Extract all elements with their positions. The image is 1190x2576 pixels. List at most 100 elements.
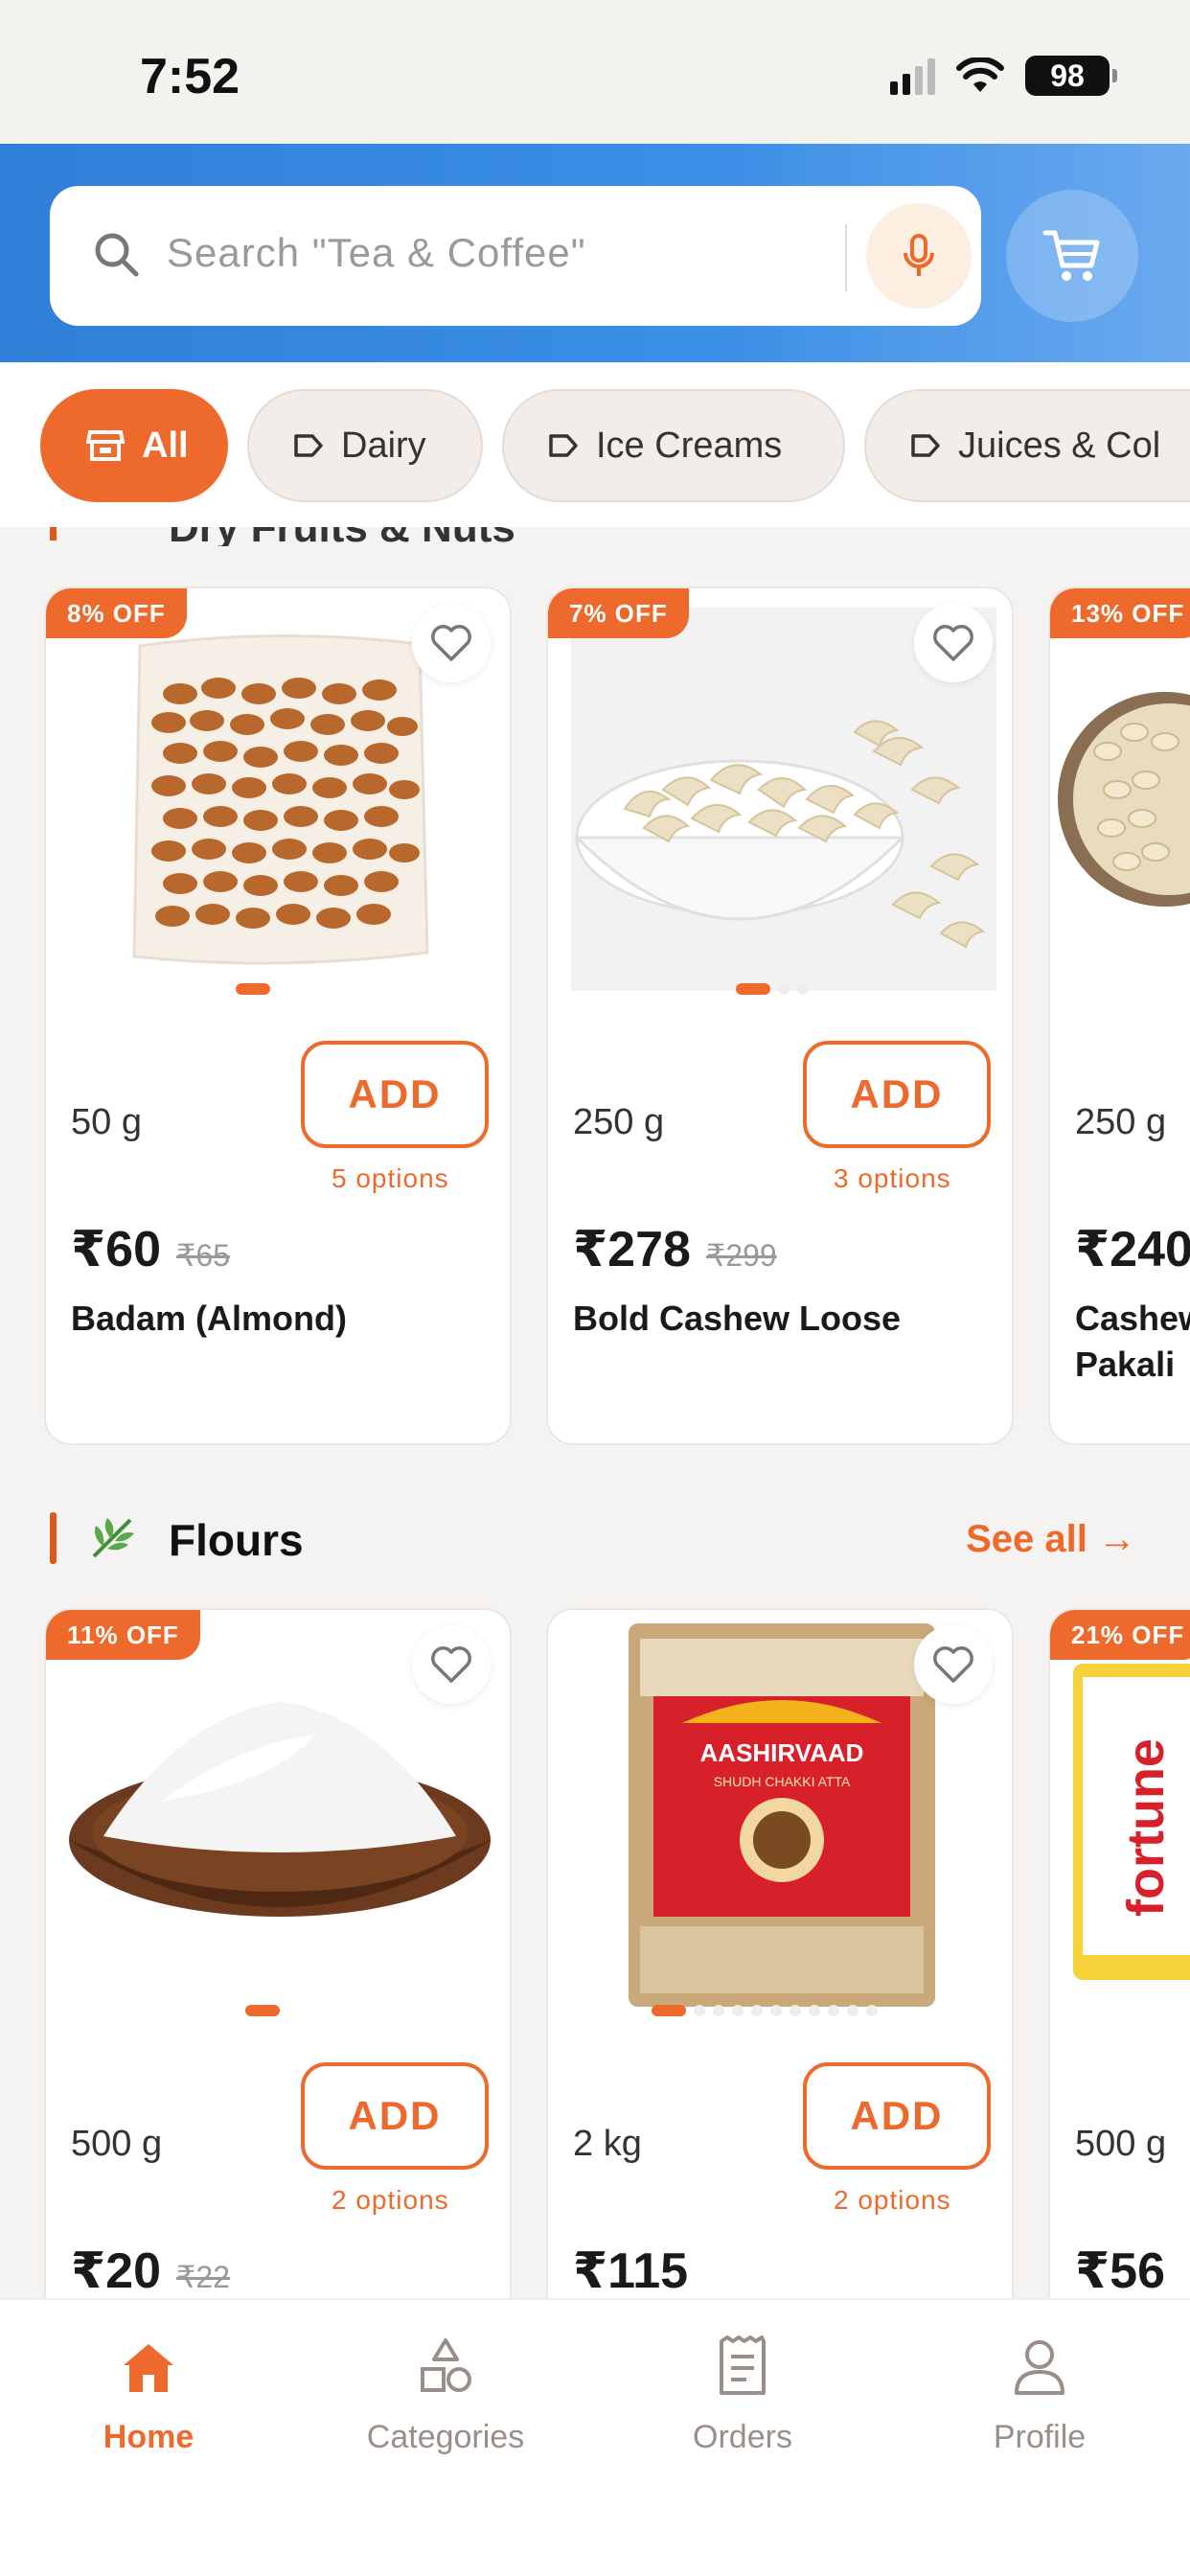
battery-icon: 98	[1025, 56, 1117, 96]
chip-label: All	[142, 425, 189, 466]
heart-icon	[933, 625, 973, 661]
chip-ice-creams[interactable]: Ice Creams	[502, 389, 845, 502]
product-weight: 500 g	[1075, 2124, 1167, 2164]
favorite-button[interactable]	[914, 604, 993, 682]
mic-button[interactable]	[866, 203, 972, 309]
header: Search "Tea & Coffee"	[0, 144, 1190, 362]
section-bar	[50, 527, 57, 540]
nav-orders[interactable]: Orders	[623, 2329, 862, 2456]
price: ₹115	[573, 2243, 689, 2299]
wifi-icon	[956, 58, 1004, 92]
product-name: Bold Cashew Loose	[573, 1299, 902, 1338]
brand-text: AASHIRVAAD	[700, 1738, 864, 1767]
status-icons: 98	[890, 56, 1117, 96]
product-card-flour[interactable]: 11% OFF 500 g ADD 2 options ₹20 ₹22	[44, 1608, 512, 2336]
add-button[interactable]: ADD	[803, 2062, 991, 2170]
chip-all[interactable]: All	[40, 389, 228, 502]
price: ₹20	[71, 2243, 162, 2299]
product-name: Badam (Almond)	[71, 1299, 347, 1338]
section-heading-flours: Flours See all →	[0, 1505, 1190, 1572]
status-time: 7:52	[140, 49, 240, 104]
image-carousel-dots	[652, 2005, 878, 2016]
search-placeholder: Search "Tea & Coffee"	[167, 230, 586, 275]
favorite-button[interactable]	[914, 1625, 993, 1704]
fortune-pack-image: fortune	[1073, 1664, 1190, 1980]
product-card-cashew-pakali[interactable]: 13% OFF 250 g ₹240 Cashew Pakali	[1048, 586, 1190, 1445]
discount-badge: 11% OFF	[46, 1610, 200, 1660]
mrp: ₹299	[705, 1238, 777, 1273]
nav-profile[interactable]: Profile	[920, 2329, 1159, 2456]
chip-label: Juices & Col	[958, 425, 1161, 466]
section-title: Flours	[169, 1515, 304, 1565]
heart-icon	[933, 1646, 973, 1683]
nav-categories[interactable]: Categories	[326, 2329, 565, 2456]
image-carousel-dots	[236, 983, 270, 995]
orders-icon	[720, 2335, 766, 2395]
options-count: 2 options	[834, 2185, 951, 2215]
nav-label: Orders	[693, 2419, 792, 2455]
brand-subtext: SHUDH CHAKKI ATTA	[714, 1774, 851, 1789]
favorite-button[interactable]	[412, 604, 491, 682]
tag-icon	[293, 433, 324, 458]
signal-icon	[890, 57, 935, 95]
heart-icon	[431, 1646, 471, 1683]
profile-icon	[1015, 2340, 1064, 2395]
section-title: Dry Fruits & Nuts	[169, 527, 515, 546]
mrp: ₹65	[176, 1238, 230, 1273]
category-chips: All Dairy Ice Creams Juices & Col	[0, 362, 1190, 527]
image-carousel-dots	[245, 2005, 280, 2016]
price: ₹240	[1075, 1222, 1190, 1277]
add-button[interactable]: ADD	[301, 1041, 489, 1148]
product-name: Cashew Pakali	[1075, 1299, 1190, 1384]
discount-badge: 13% OFF	[1050, 588, 1190, 638]
add-button[interactable]: ADD	[301, 2062, 489, 2170]
add-button[interactable]: ADD	[803, 1041, 991, 1148]
chip-dairy[interactable]: Dairy	[247, 389, 483, 502]
section-bar	[50, 1512, 57, 1564]
chip-label: Dairy	[341, 425, 426, 466]
product-card-cashew[interactable]: 7% OFF 250 g ADD 3 options ₹278 ₹299 Bold…	[546, 586, 1014, 1445]
leaf-icon	[92, 1518, 134, 1558]
heart-icon	[431, 625, 471, 661]
cart-icon	[1042, 230, 1100, 281]
chip-label: Ice Creams	[596, 425, 783, 466]
product-image: fortune	[1050, 1610, 1190, 2022]
price-row: ₹60 ₹65	[71, 1221, 230, 1278]
product-weight: 2 kg	[573, 2124, 642, 2164]
price: ₹56	[1075, 2243, 1166, 2299]
nav-home[interactable]: Home	[29, 2329, 268, 2456]
product-weight: 500 g	[71, 2124, 163, 2164]
categories-icon	[421, 2338, 471, 2392]
options-count: 2 options	[332, 2185, 449, 2215]
tag-icon	[548, 433, 579, 458]
cashew-plate-image	[1058, 692, 1190, 907]
bottom-nav: Home Categories Orders Profile	[0, 2298, 1190, 2576]
image-carousel-dots	[736, 983, 809, 995]
product-weight: 50 g	[71, 1102, 142, 1142]
search-divider	[845, 224, 847, 291]
status-bar: 7:52 98	[0, 0, 1190, 144]
product-weight: 250 g	[1075, 1102, 1167, 1142]
tag-icon	[910, 433, 941, 458]
chip-juices[interactable]: Juices & Col	[864, 389, 1190, 502]
favorite-button[interactable]	[412, 1625, 491, 1704]
section-heading-dry-fruits: Dry Fruits & Nuts	[0, 527, 1190, 546]
product-image	[1050, 588, 1190, 1000]
search-input[interactable]: Search "Tea & Coffee"	[50, 186, 981, 326]
home-icon	[124, 2344, 173, 2392]
nav-label: Categories	[366, 2419, 525, 2455]
product-card-fortune[interactable]: fortune 21% OFF 500 g ₹56	[1048, 1608, 1190, 2336]
discount-badge: 8% OFF	[46, 588, 187, 638]
mrp: ₹22	[176, 2260, 230, 2294]
store-icon	[86, 428, 125, 463]
product-card-almond[interactable]: 8% OFF 50 g ADD 5 options ₹60 ₹65 Badam (…	[44, 586, 512, 1445]
see-all-link[interactable]: See all →	[966, 1518, 1136, 1561]
nav-label: Profile	[993, 2419, 1087, 2455]
price-row: ₹20 ₹22	[71, 2242, 230, 2300]
mic-icon	[904, 234, 934, 276]
cart-button[interactable]	[1006, 190, 1138, 322]
options-count: 5 options	[332, 1163, 449, 1193]
price: ₹278	[573, 1222, 691, 1277]
product-card-aashirvaad-atta[interactable]: AASHIRVAAD SHUDH CHAKKI ATTA 2 kg ADD 2 …	[546, 1608, 1014, 2336]
options-count: 3 options	[834, 1163, 951, 1193]
